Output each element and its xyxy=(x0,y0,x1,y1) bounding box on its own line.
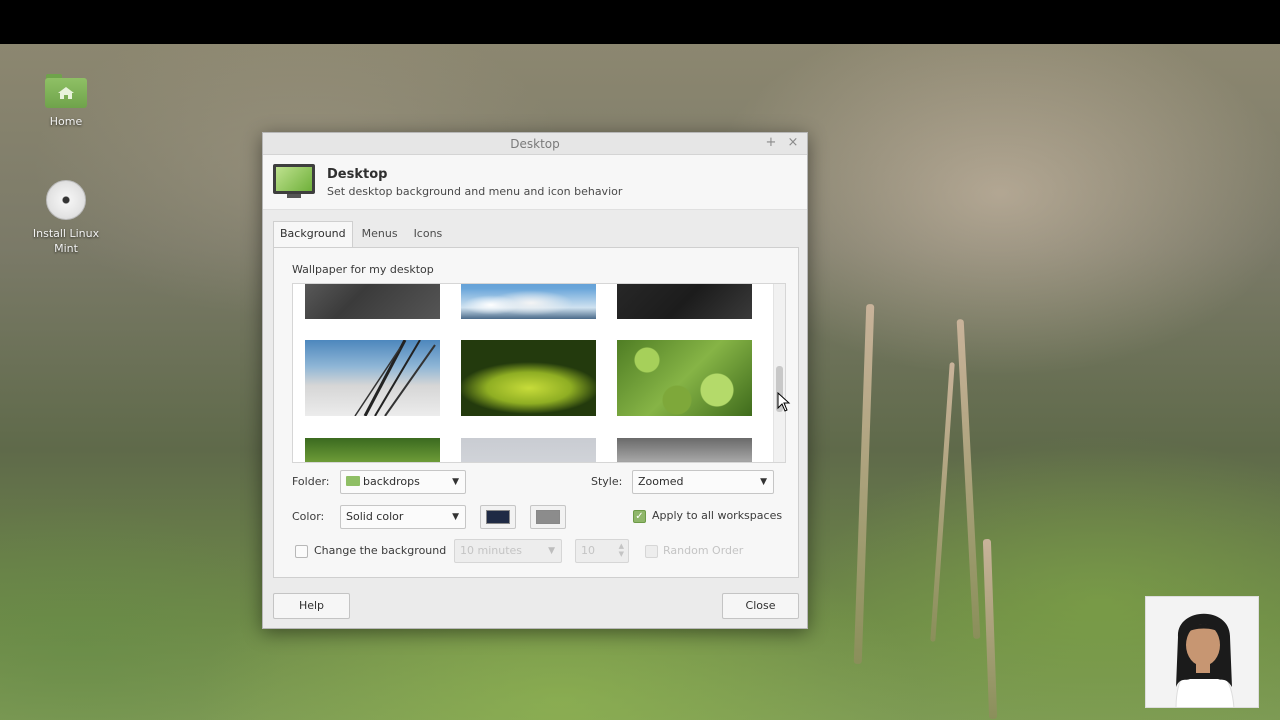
folder-label: Folder: xyxy=(292,475,330,488)
style-value: Zoomed xyxy=(638,475,684,488)
apply-all-workspaces-label: Apply to all workspaces xyxy=(652,509,783,522)
wallpaper-thumbnail[interactable] xyxy=(305,284,440,319)
random-order-checkbox[interactable] xyxy=(645,545,658,558)
wallpaper-label: Wallpaper for my desktop xyxy=(292,263,434,276)
wallpaper-thumbnail[interactable] xyxy=(461,284,596,319)
monitor-icon xyxy=(273,164,315,198)
change-background-label: Change the background xyxy=(314,544,447,557)
grass-stalk xyxy=(930,362,955,642)
presenter-image xyxy=(1146,597,1258,707)
secondary-color-swatch xyxy=(536,510,560,524)
folder-select[interactable]: backdrops ▼ xyxy=(340,470,466,494)
wallpaper-thumbnail[interactable] xyxy=(461,340,596,416)
color-mode-select[interactable]: Solid color ▼ xyxy=(340,505,466,529)
desktop-icon-home[interactable]: Home xyxy=(21,74,111,129)
top-letterbox xyxy=(0,0,1280,44)
change-background-checkbox[interactable] xyxy=(295,545,308,558)
grass-stalk xyxy=(853,303,875,665)
window-header: Desktop Set desktop background and menu … xyxy=(263,155,807,210)
tab-bar: Background Menus Icons xyxy=(273,221,451,248)
folder-value: backdrops xyxy=(363,475,420,488)
style-label: Style: xyxy=(591,475,623,488)
secondary-color-button[interactable] xyxy=(530,505,566,529)
maximize-icon[interactable]: + xyxy=(763,135,779,151)
close-button[interactable]: Close xyxy=(722,593,799,619)
window-titlebar[interactable]: Desktop + × xyxy=(263,133,807,155)
interval-count-stepper[interactable]: 10 ▲ ▼ xyxy=(575,539,629,563)
tab-icons[interactable]: Icons xyxy=(407,221,450,247)
desktop-settings-window: Desktop + × Desktop Set desktop backgrou… xyxy=(262,132,808,629)
color-label: Color: xyxy=(292,510,325,523)
wallpaper-thumbnail[interactable] xyxy=(461,438,596,462)
gallery-scrollbar[interactable] xyxy=(773,284,785,462)
header-title: Desktop xyxy=(327,167,388,182)
mouse-pointer-icon xyxy=(777,392,791,412)
chevron-down-icon: ▼ xyxy=(452,512,459,522)
style-select[interactable]: Zoomed ▼ xyxy=(632,470,774,494)
interval-count-value: 10 xyxy=(581,544,595,557)
primary-color-swatch xyxy=(486,510,510,524)
desktop-icon-label: Home xyxy=(49,115,83,128)
primary-color-button[interactable] xyxy=(480,505,516,529)
wallpaper-thumbnail[interactable] xyxy=(305,340,440,416)
disc-icon xyxy=(46,180,86,220)
grass-stalk xyxy=(956,319,981,639)
webcam-overlay xyxy=(1145,596,1259,708)
chevron-down-icon: ▼ xyxy=(760,477,767,487)
close-icon[interactable]: × xyxy=(785,135,801,151)
grass-stalk xyxy=(982,538,998,720)
folder-icon xyxy=(346,476,360,486)
spin-arrows-icon: ▲ ▼ xyxy=(618,542,624,558)
random-order-label: Random Order xyxy=(663,544,744,557)
apply-all-workspaces-checkbox[interactable]: ✓ xyxy=(633,510,646,523)
interval-value: 10 minutes xyxy=(460,544,523,557)
desktop-icon-install-linux-mint[interactable]: Install Linux Mint xyxy=(21,180,111,256)
color-mode-value: Solid color xyxy=(346,510,404,523)
wallpaper-gallery[interactable] xyxy=(292,283,786,463)
tab-menus[interactable]: Menus xyxy=(355,221,405,247)
wallpaper-thumbnail[interactable] xyxy=(617,438,752,462)
desktop-icon-label: Install Linux Mint xyxy=(32,227,100,255)
chevron-down-icon: ▼ xyxy=(452,477,459,487)
help-button[interactable]: Help xyxy=(273,593,350,619)
header-subtitle: Set desktop background and menu and icon… xyxy=(327,185,623,198)
window-title: Desktop xyxy=(510,137,560,151)
home-folder-icon xyxy=(45,74,87,108)
wallpaper-thumbnail[interactable] xyxy=(617,340,752,416)
interval-select[interactable]: 10 minutes ▼ xyxy=(454,539,562,563)
tab-background[interactable]: Background xyxy=(273,221,353,248)
background-tab-panel: Wallpaper for my desktop Folder: backdro… xyxy=(273,247,799,578)
wallpaper-thumbnail[interactable] xyxy=(617,284,752,319)
chevron-down-icon: ▼ xyxy=(548,546,555,556)
wallpaper-thumbnail[interactable] xyxy=(305,438,440,462)
